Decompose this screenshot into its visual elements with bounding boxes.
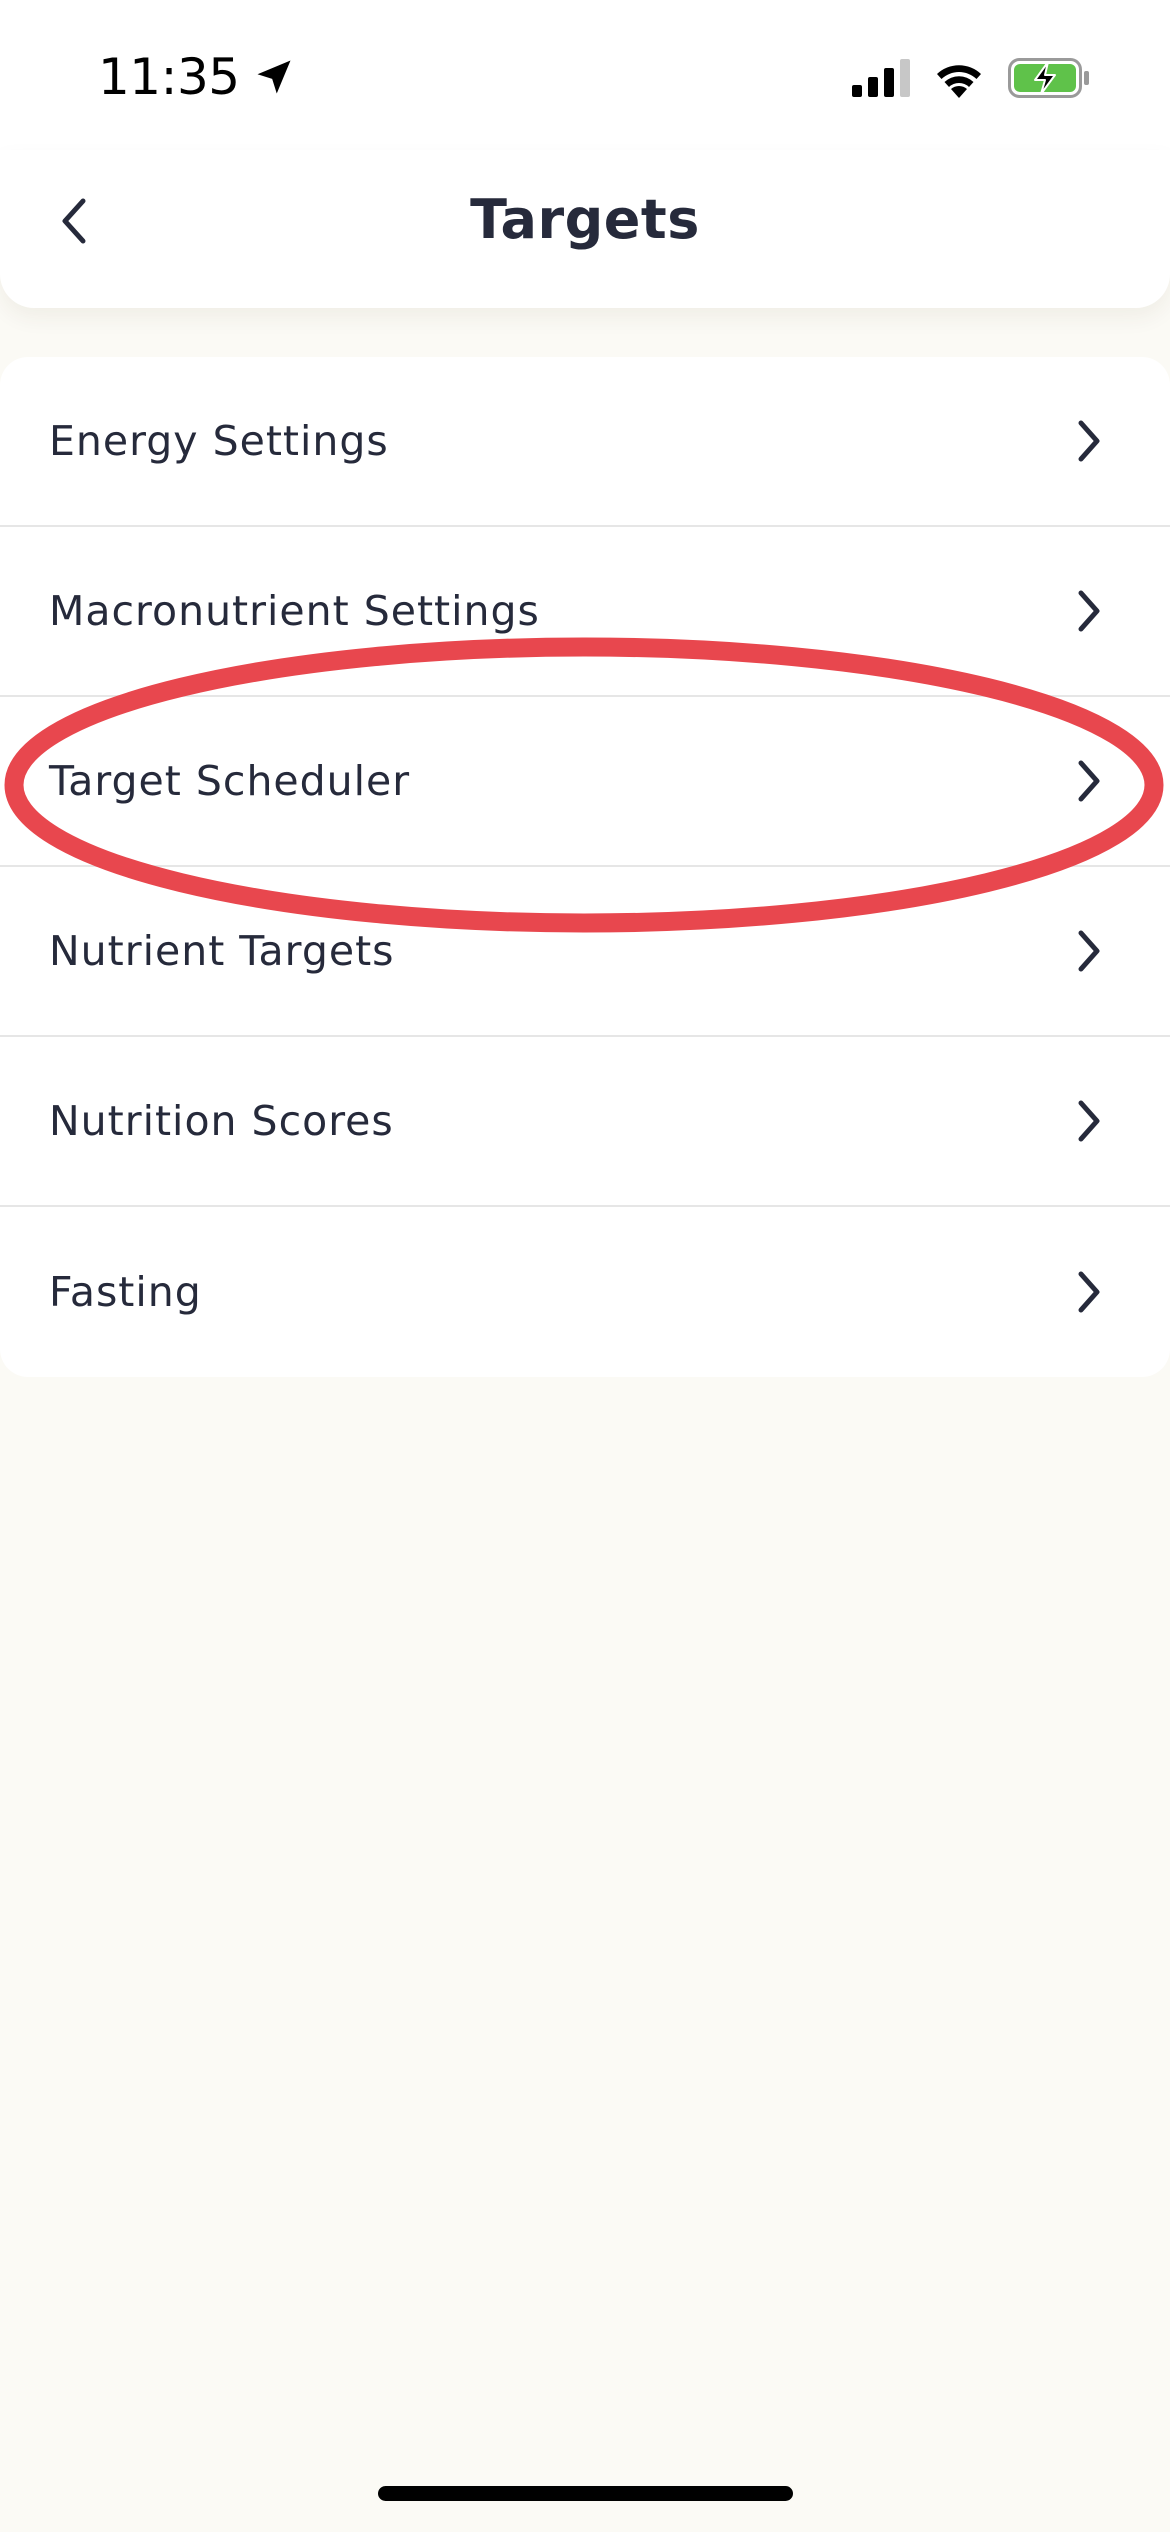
- chevron-right-icon: [1074, 928, 1104, 974]
- page-title: Targets: [470, 188, 700, 251]
- status-time-group: 11:35: [98, 42, 296, 112]
- settings-item-target-scheduler[interactable]: Target Scheduler: [0, 697, 1170, 867]
- chevron-right-icon: [1074, 1098, 1104, 1144]
- battery-charging-icon: [1008, 58, 1090, 98]
- settings-item-label: Target Scheduler: [49, 757, 411, 805]
- settings-item-label: Energy Settings: [49, 417, 389, 465]
- home-indicator[interactable]: [378, 2486, 793, 2501]
- settings-item-label: Fasting: [49, 1268, 202, 1316]
- location-arrow-icon: [252, 55, 296, 99]
- status-time: 11:35: [98, 48, 240, 106]
- settings-item-label: Macronutrient Settings: [49, 587, 540, 635]
- chevron-right-icon: [1074, 418, 1104, 464]
- chevron-right-icon: [1074, 758, 1104, 804]
- settings-item-nutrient-targets[interactable]: Nutrient Targets: [0, 867, 1170, 1037]
- settings-list: Energy Settings Macronutrient Settings T…: [0, 357, 1170, 1377]
- settings-item-energy-settings[interactable]: Energy Settings: [0, 357, 1170, 527]
- status-indicators: [852, 50, 1090, 106]
- settings-item-nutrition-scores[interactable]: Nutrition Scores: [0, 1037, 1170, 1207]
- settings-item-label: Nutrient Targets: [49, 927, 395, 975]
- nav-header: Targets: [0, 150, 1170, 308]
- cellular-signal-icon: [852, 59, 910, 97]
- chevron-right-icon: [1074, 588, 1104, 634]
- status-bar: 11:35: [0, 0, 1170, 150]
- settings-item-fasting[interactable]: Fasting: [0, 1207, 1170, 1377]
- settings-item-macronutrient-settings[interactable]: Macronutrient Settings: [0, 527, 1170, 697]
- wifi-icon: [932, 58, 986, 98]
- settings-item-label: Nutrition Scores: [49, 1097, 394, 1145]
- chevron-right-icon: [1074, 1269, 1104, 1315]
